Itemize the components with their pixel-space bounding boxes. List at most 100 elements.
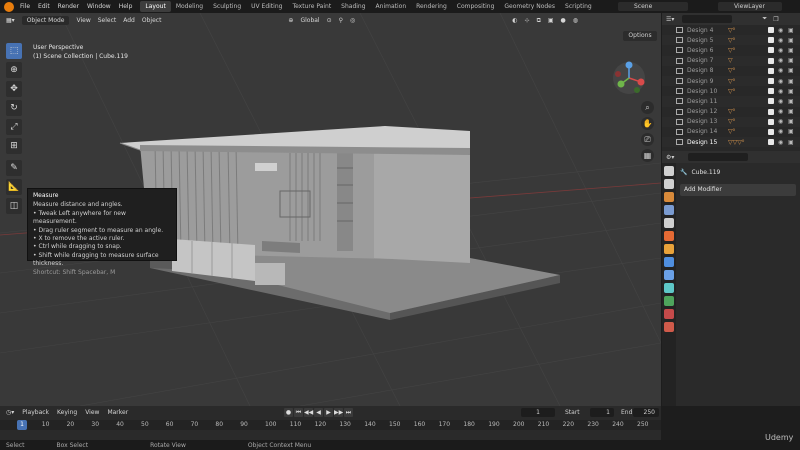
play-reverse-icon[interactable]: ◀	[314, 408, 323, 417]
render-camera-icon[interactable]: ▣	[788, 128, 794, 135]
gizmo-toggle-icon[interactable]: ⊹	[525, 17, 530, 24]
outliner-row[interactable]: Design 5 ▽⁰ ◉ ▣	[662, 35, 800, 46]
menu-marker[interactable]: Marker	[107, 409, 128, 416]
rotate-tool-icon[interactable]: ↻	[6, 100, 22, 116]
pivot-icon[interactable]: ⊙	[327, 17, 332, 24]
options-button[interactable]: Options	[623, 31, 657, 41]
mode-dropdown[interactable]: Object Mode	[21, 16, 70, 25]
outliner-row[interactable]: Design 7 ▽ ◉ ▣	[662, 55, 800, 66]
menu-object[interactable]: Object	[142, 17, 162, 24]
transform-orientation-dropdown[interactable]: Global	[300, 17, 319, 24]
add-cube-tool-icon[interactable]: ◫	[6, 198, 22, 214]
proportional-icon[interactable]: ◎	[350, 17, 355, 24]
properties-search-input[interactable]	[688, 153, 749, 161]
timeline-editor-icon[interactable]: ◷▾	[6, 409, 14, 416]
eye-icon[interactable]: ◉	[778, 128, 783, 135]
eye-icon[interactable]: ◉	[778, 27, 783, 34]
viewport-visibility-icon[interactable]: ◐	[512, 17, 517, 24]
outliner-row[interactable]: Design 6 ▽⁰ ◉ ▣	[662, 45, 800, 55]
tab-layout[interactable]: Layout	[140, 1, 171, 12]
menu-view[interactable]: View	[76, 17, 90, 24]
render-camera-icon[interactable]: ▣	[788, 108, 794, 115]
exclude-checkbox[interactable]	[768, 139, 774, 146]
properties-tab-icon[interactable]	[664, 192, 674, 202]
filter-icon[interactable]: ⏷	[762, 15, 767, 23]
transform-tool-icon[interactable]: ⊞	[6, 138, 22, 154]
playhead[interactable]: 1	[17, 420, 27, 430]
properties-tab-icon[interactable]	[664, 218, 674, 228]
render-camera-icon[interactable]: ▣	[788, 37, 794, 44]
tab-animation[interactable]: Animation	[371, 1, 412, 12]
eye-icon[interactable]: ◉	[778, 78, 783, 85]
tab-scripting[interactable]: Scripting	[560, 1, 597, 12]
render-camera-icon[interactable]: ▣	[788, 57, 794, 64]
menu-playback[interactable]: Playback	[22, 409, 49, 416]
new-collection-icon[interactable]: ❐	[773, 16, 778, 23]
exclude-checkbox[interactable]	[768, 47, 774, 54]
eye-icon[interactable]: ◉	[778, 47, 783, 54]
exclude-checkbox[interactable]	[768, 27, 774, 34]
editor-type-icon[interactable]: ▦▾	[6, 17, 15, 24]
xray-icon[interactable]: ▣	[548, 17, 554, 24]
tab-modeling[interactable]: Modeling	[171, 1, 208, 12]
scale-tool-icon[interactable]: ⤢	[6, 119, 22, 135]
render-camera-icon[interactable]: ▣	[788, 98, 794, 105]
prev-key-icon[interactable]: ◀◀	[304, 408, 313, 417]
move-tool-icon[interactable]: ✥	[6, 81, 22, 97]
outliner-row[interactable]: Design 10 ▽⁰ ◉ ▣	[662, 86, 800, 96]
menu-keying[interactable]: Keying	[57, 409, 77, 416]
menu-file[interactable]: File	[20, 3, 30, 10]
menu-window[interactable]: Window	[87, 3, 111, 10]
eye-icon[interactable]: ◉	[778, 88, 783, 95]
outliner-row[interactable]: Design 8 ▽⁰ ◉ ▣	[662, 66, 800, 76]
overlay-icon[interactable]: ⧉	[537, 17, 541, 25]
play-icon[interactable]: ▶	[324, 408, 333, 417]
properties-tab-icon[interactable]	[664, 231, 674, 241]
snap-icon[interactable]: ⚲	[339, 17, 343, 24]
menu-render[interactable]: Render	[58, 3, 79, 10]
exclude-checkbox[interactable]	[768, 57, 774, 64]
properties-tab-icon[interactable]	[664, 166, 674, 176]
exclude-checkbox[interactable]	[768, 128, 774, 135]
3d-viewport[interactable]: ▦▾ Object Mode View Select Add Object ⊕ …	[0, 13, 661, 406]
tab-shading[interactable]: Shading	[336, 1, 370, 12]
properties-tab-icon[interactable]	[664, 205, 674, 215]
menu-help[interactable]: Help	[119, 3, 133, 10]
outliner-row[interactable]: Design 15 ▽▽▽⁰ ◉ ▣	[662, 137, 800, 148]
outliner-row[interactable]: Design 4 ▽⁰ ◉ ▣	[662, 25, 800, 35]
eye-icon[interactable]: ◉	[778, 57, 783, 64]
measure-tool-icon[interactable]: 📐	[6, 179, 22, 195]
start-frame-field[interactable]: 1	[590, 408, 614, 417]
current-frame-field[interactable]: 1	[521, 408, 555, 417]
end-frame-field[interactable]: 250	[633, 408, 659, 417]
outliner-row[interactable]: Design 13 ▽⁰ ◉ ▣	[662, 116, 800, 127]
shading-material-icon[interactable]: ◍	[573, 17, 578, 24]
properties-tab-icon[interactable]	[664, 309, 674, 319]
tab-geometry-nodes[interactable]: Geometry Nodes	[499, 1, 560, 12]
ortho-grid-icon[interactable]: ▦	[641, 149, 654, 162]
exclude-checkbox[interactable]	[768, 67, 774, 74]
properties-tab-icon[interactable]	[664, 179, 674, 189]
scene-selector[interactable]: Scene	[618, 2, 688, 11]
render-camera-icon[interactable]: ▣	[788, 47, 794, 54]
eye-icon[interactable]: ◉	[778, 98, 783, 105]
blender-logo-icon[interactable]	[4, 1, 14, 12]
properties-tab-icon[interactable]	[664, 283, 674, 293]
eye-icon[interactable]: ◉	[778, 108, 783, 115]
properties-tab-icon[interactable]	[664, 270, 674, 280]
exclude-checkbox[interactable]	[768, 118, 774, 125]
add-modifier-button[interactable]: Add Modifier	[680, 184, 796, 196]
exclude-checkbox[interactable]	[768, 88, 774, 95]
render-camera-icon[interactable]: ▣	[788, 27, 794, 34]
camera-view-icon[interactable]: ⎚	[641, 133, 654, 146]
render-camera-icon[interactable]: ▣	[788, 139, 794, 146]
outliner-row[interactable]: Design 12 ▽⁰ ◉ ▣	[662, 107, 800, 117]
frame-ruler[interactable]: 1 10 20 30 40 50 60 70 80 90 100 110 120 130 140 150 160…	[0, 420, 661, 430]
pan-hand-icon[interactable]: ✋	[641, 117, 654, 130]
tab-uv-editing[interactable]: UV Editing	[246, 1, 287, 12]
eye-icon[interactable]: ◉	[778, 139, 783, 146]
select-box-tool-icon[interactable]: ⬚	[6, 43, 22, 59]
eye-icon[interactable]: ◉	[778, 118, 783, 125]
record-icon[interactable]: ●	[284, 408, 293, 417]
annotate-tool-icon[interactable]: ✎	[6, 160, 22, 176]
